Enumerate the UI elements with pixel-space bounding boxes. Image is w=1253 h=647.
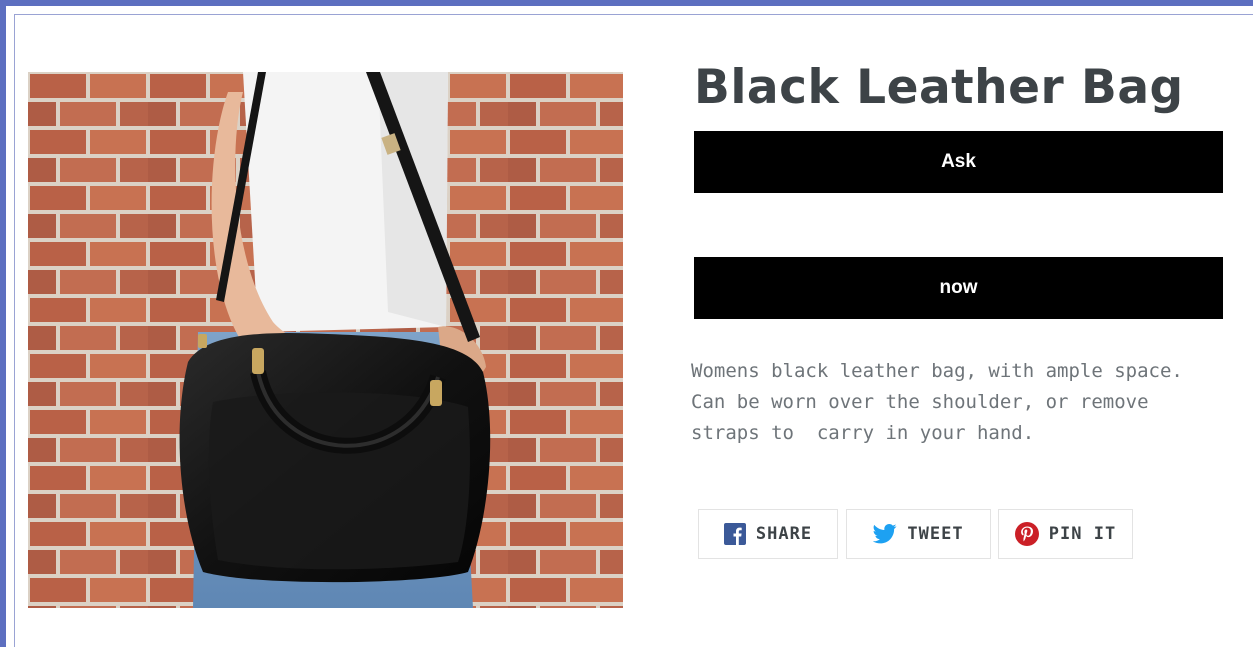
share-pinterest-label: PIN IT bbox=[1048, 524, 1117, 544]
product-description: Womens black leather bag, with ample spa… bbox=[691, 356, 1253, 449]
share-facebook-label: SHARE bbox=[755, 524, 813, 544]
product-photo-illustration bbox=[28, 72, 623, 608]
frame-top-border bbox=[14, 14, 1253, 15]
share-twitter-button[interactable]: TWEET bbox=[846, 509, 991, 559]
product-title: Black Leather Bag bbox=[694, 60, 1184, 115]
ask-button[interactable]: Ask bbox=[694, 131, 1223, 193]
description-line: Can be worn over the shoulder, or remove bbox=[691, 391, 1149, 413]
pinterest-icon bbox=[1014, 522, 1039, 546]
share-pinterest-button[interactable]: PIN IT bbox=[998, 509, 1133, 559]
frame-inner-border bbox=[14, 14, 15, 647]
description-line: Womens black leather bag, with ample spa… bbox=[691, 360, 1183, 382]
facebook-icon bbox=[723, 523, 746, 545]
twitter-icon bbox=[873, 524, 897, 544]
product-image[interactable] bbox=[28, 72, 623, 608]
buy-now-button[interactable]: now bbox=[694, 257, 1223, 319]
share-facebook-button[interactable]: SHARE bbox=[698, 509, 838, 559]
share-twitter-label: TWEET bbox=[907, 524, 964, 544]
description-line: straps to carry in your hand. bbox=[691, 422, 1035, 444]
